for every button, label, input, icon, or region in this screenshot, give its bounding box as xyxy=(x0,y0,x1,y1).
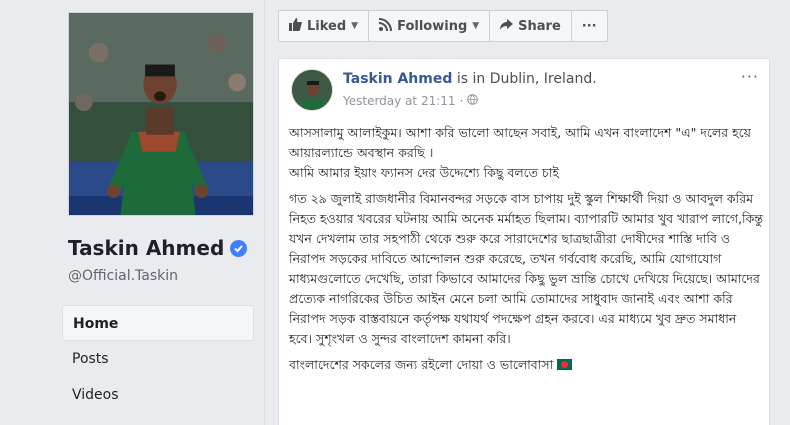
profile-name[interactable]: Taskin Ahmed xyxy=(68,236,248,260)
liked-button[interactable]: Liked ▼ xyxy=(279,11,370,41)
nav-item-videos[interactable]: Videos xyxy=(62,377,254,413)
rss-icon xyxy=(378,17,393,35)
cricketer-photo xyxy=(69,13,253,215)
liked-dropdown-icon: ▼ xyxy=(351,21,359,31)
post-paragraph: গত ২৯ জুলাই রাজধানীর বিমানবন্দর সড়কে বা… xyxy=(289,191,763,346)
more-options-icon: ··· xyxy=(581,18,597,34)
thumbs-up-icon xyxy=(289,17,302,35)
following-dropdown-icon: ▼ xyxy=(472,21,480,31)
globe-icon[interactable] xyxy=(467,94,479,108)
share-label: Share xyxy=(518,18,561,34)
nav-item-posts[interactable]: Posts xyxy=(62,341,254,377)
post-paragraph: আমি আমার ইয়াং ফ্যানস দের উদ্দেশ্যে কিছু… xyxy=(289,165,559,180)
bangladesh-flag-icon xyxy=(557,359,573,370)
post-text: আসসালামু আলাইকুম। আশা করি ভালো আছেন সবাই… xyxy=(289,123,763,381)
post-meta: Yesterday at 21:11 · xyxy=(343,94,479,108)
profile-name-text: Taskin Ahmed xyxy=(68,236,225,260)
verified-badge-icon xyxy=(230,239,248,257)
page-action-bar: Liked ▼ Following ▼ Share ··· xyxy=(278,10,608,42)
more-options-button[interactable]: ··· xyxy=(572,11,607,41)
post-header: Taskin Ahmed is in Dublin, Ireland. xyxy=(343,71,597,87)
column-divider xyxy=(264,0,265,425)
liked-label: Liked xyxy=(307,18,347,34)
avatar-image xyxy=(292,70,332,110)
post-options-button[interactable]: ··· xyxy=(741,67,759,86)
post-closing-text: বাংলাদেশের সকলের জন্য রইলো দোয়া ও ভালোব… xyxy=(289,357,554,372)
post-author-name[interactable]: Taskin Ahmed xyxy=(343,71,452,87)
profile-handle[interactable]: @Official.Taskin xyxy=(68,268,178,284)
share-button[interactable]: Share xyxy=(490,11,572,41)
post-card: Taskin Ahmed is in Dublin, Ireland. Yest… xyxy=(278,58,770,425)
following-button[interactable]: Following ▼ xyxy=(369,11,491,41)
page-navigation: Home Posts Videos xyxy=(62,305,254,413)
profile-photo[interactable] xyxy=(68,12,254,216)
post-paragraph: আসসালামু আলাইকুম। আশা করি ভালো আছেন সবাই… xyxy=(289,125,752,160)
following-label: Following xyxy=(397,18,468,34)
post-timestamp[interactable]: Yesterday at 21:11 xyxy=(343,94,456,108)
share-arrow-icon xyxy=(500,18,514,35)
post-location: is in Dublin, Ireland. xyxy=(452,71,597,87)
post-closing-line: বাংলাদেশের সকলের জন্য রইলো দোয়া ও ভালোব… xyxy=(289,355,763,375)
post-author-avatar[interactable] xyxy=(291,69,333,111)
nav-item-home[interactable]: Home xyxy=(62,305,254,341)
